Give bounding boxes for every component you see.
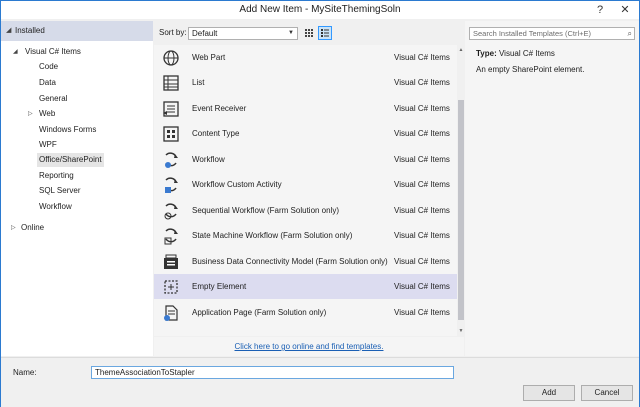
template-language: Visual C# Items [394, 180, 450, 189]
online-templates-link[interactable]: Click here to go online and find templat… [154, 337, 464, 356]
type-label: Type: [476, 49, 497, 58]
expanded-icon[interactable]: ◢ [13, 45, 18, 59]
tree-node-office-sharepoint[interactable]: Office/SharePoint [37, 153, 104, 167]
tree-node-workflow[interactable]: Workflow [39, 200, 72, 214]
template-language: Visual C# Items [394, 206, 450, 215]
template-language: Visual C# Items [394, 78, 450, 87]
template-row-sequential-workflow[interactable]: Sequential Workflow (Farm Solution only)… [154, 198, 457, 223]
template-name: Sequential Workflow (Farm Solution only) [192, 206, 340, 215]
template-row-web-part[interactable]: Web Part Visual C# Items [154, 45, 457, 70]
workflow-activity-icon [165, 177, 178, 193]
template-language: Visual C# Items [394, 53, 450, 62]
template-name: Web Part [192, 53, 226, 62]
dialog-footer: Name: Add Cancel [1, 357, 639, 407]
template-list: Web Part Visual C# Items List Visual C# … [154, 45, 464, 336]
scroll-thumb[interactable] [458, 100, 464, 320]
template-row-event-receiver[interactable]: Event Receiver Visual C# Items [154, 96, 457, 121]
empty-element-icon [164, 280, 178, 294]
template-row-state-machine-workflow[interactable]: State Machine Workflow (Farm Solution on… [154, 223, 457, 248]
search-input[interactable]: Search Installed Templates (Ctrl+E) ⌕ [469, 27, 635, 40]
bdc-model-icon [164, 254, 178, 269]
search-placeholder: Search Installed Templates (Ctrl+E) [473, 29, 592, 38]
template-list-scrollbar[interactable]: ▲ ▼ [457, 45, 464, 336]
template-row-list[interactable]: List Visual C# Items [154, 70, 457, 95]
chevron-down-icon: ▼ [288, 30, 294, 36]
sort-by-value: Default [192, 29, 218, 38]
tree-node-general[interactable]: General [39, 92, 67, 106]
template-row-partial[interactable] [154, 325, 457, 336]
expanded-icon: ◢ [6, 27, 12, 34]
template-name: Empty Element [192, 282, 247, 291]
add-button[interactable]: Add [523, 385, 575, 401]
grid-view-icon [305, 29, 313, 37]
template-row-workflow-custom-activity[interactable]: Workflow Custom Activity Visual C# Items [154, 172, 457, 197]
event-receiver-icon [163, 101, 179, 117]
template-row-bdc-model[interactable]: Business Data Connectivity Model (Farm S… [154, 249, 457, 274]
cancel-button[interactable]: Cancel [581, 385, 633, 401]
web-part-icon [163, 50, 179, 66]
state-machine-workflow-icon [164, 228, 178, 245]
template-name: Workflow Custom Activity [192, 180, 282, 189]
details-pane: Search Installed Templates (Ctrl+E) ⌕ Ty… [465, 21, 639, 356]
template-type: Type: Visual C# Items [476, 49, 555, 58]
tree-node-installed-label: Installed [15, 26, 45, 35]
tree-node-online[interactable]: Online [21, 221, 44, 235]
template-name: State Machine Workflow (Farm Solution on… [192, 231, 353, 240]
tree-node-code[interactable]: Code [39, 60, 58, 74]
list-view-button[interactable] [318, 26, 332, 40]
template-name: Application Page (Farm Solution only) [192, 308, 327, 317]
dialog-title: Add New Item - MySiteThemingSoln [239, 4, 401, 15]
template-language: Visual C# Items [394, 129, 450, 138]
template-name: List [192, 78, 205, 87]
medium-icons-view-button[interactable] [302, 26, 316, 40]
close-button[interactable]: ✕ [611, 1, 639, 19]
search-icon[interactable]: ⌕ [628, 28, 632, 39]
workflow-icon [165, 152, 178, 168]
name-label: Name: [13, 368, 37, 377]
add-new-item-dialog: Add New Item - MySiteThemingSoln ? ✕ ◢ I… [0, 0, 640, 407]
template-language: Visual C# Items [394, 257, 450, 266]
type-value: Visual C# Items [498, 49, 555, 58]
sort-by-dropdown[interactable]: Default ▼ [188, 27, 298, 40]
template-row-workflow[interactable]: Workflow Visual C# Items [154, 147, 457, 172]
template-language: Visual C# Items [394, 308, 450, 317]
template-language: Visual C# Items [394, 231, 450, 240]
scroll-down-arrow-icon[interactable]: ▼ [457, 326, 464, 336]
tree-node-web[interactable]: Web [39, 107, 55, 121]
tree-node-reporting[interactable]: Reporting [39, 169, 74, 183]
name-field[interactable] [91, 366, 454, 379]
category-tree: ◢ Installed ◢ Visual C# Items Code Data … [1, 21, 153, 356]
template-name: Workflow [192, 155, 225, 164]
template-row-empty-element[interactable]: Empty Element Visual C# Items [154, 274, 457, 299]
collapsed-icon[interactable]: ▷ [28, 107, 33, 121]
content-type-icon [163, 126, 179, 142]
template-name: Business Data Connectivity Model (Farm S… [192, 257, 388, 266]
template-row-content-type[interactable]: Content Type Visual C# Items [154, 121, 457, 146]
template-language: Visual C# Items [394, 155, 450, 164]
template-language: Visual C# Items [394, 282, 450, 291]
list-icon [163, 75, 179, 91]
sort-by-label: Sort by: [159, 28, 187, 37]
template-name: Content Type [192, 129, 240, 138]
template-name: Event Receiver [192, 104, 247, 113]
sequential-workflow-icon [164, 203, 178, 220]
tree-node-windows-forms[interactable]: Windows Forms [39, 123, 96, 137]
list-view-icon [321, 29, 329, 37]
tree-node-installed[interactable]: ◢ Installed [1, 21, 153, 41]
tree-node-data[interactable]: Data [39, 76, 56, 90]
template-toolbar: Sort by: Default ▼ [154, 21, 464, 45]
template-row-application-page[interactable]: Application Page (Farm Solution only) Vi… [154, 300, 457, 325]
tree-node-wpf[interactable]: WPF [39, 138, 57, 152]
template-description: An empty SharePoint element. [476, 65, 585, 74]
scroll-up-arrow-icon[interactable]: ▲ [457, 45, 464, 55]
template-language: Visual C# Items [394, 104, 450, 113]
tree-node-visual-cs-items[interactable]: Visual C# Items [25, 45, 81, 59]
title-bar: Add New Item - MySiteThemingSoln ? ✕ [1, 1, 639, 19]
collapsed-icon[interactable]: ▷ [11, 221, 16, 235]
tree-node-sql-server[interactable]: SQL Server [39, 184, 81, 198]
help-button[interactable]: ? [589, 1, 611, 19]
application-page-icon [164, 305, 178, 321]
